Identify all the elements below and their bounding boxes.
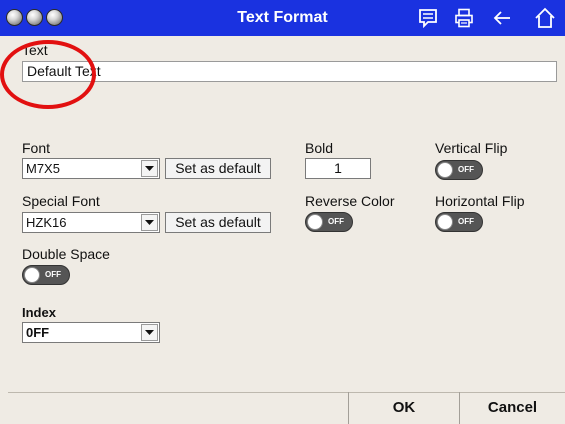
window-controls bbox=[6, 9, 63, 26]
font-select-value: M7X5 bbox=[26, 161, 60, 176]
toggle-state: OFF bbox=[458, 217, 474, 226]
vertical-flip-label: Vertical Flip bbox=[435, 140, 508, 156]
toggle-state: OFF bbox=[328, 217, 344, 226]
cancel-button[interactable]: Cancel bbox=[459, 392, 565, 424]
vertical-flip-toggle[interactable]: OFF bbox=[435, 160, 483, 180]
toggle-knob bbox=[24, 267, 40, 283]
font-select[interactable]: M7X5 bbox=[22, 158, 160, 179]
index-label: Index bbox=[22, 305, 56, 320]
reverse-color-label: Reverse Color bbox=[305, 193, 395, 209]
reverse-color-toggle[interactable]: OFF bbox=[305, 212, 353, 232]
printer-icon[interactable] bbox=[452, 6, 476, 30]
chevron-down-icon[interactable] bbox=[141, 160, 158, 177]
toggle-knob bbox=[437, 214, 453, 230]
window-control-3[interactable] bbox=[46, 9, 63, 26]
double-space-label: Double Space bbox=[22, 246, 110, 262]
home-icon[interactable] bbox=[533, 6, 557, 30]
toggle-state: OFF bbox=[458, 165, 474, 174]
font-set-default-button[interactable]: Set as default bbox=[165, 158, 271, 179]
title-bar: Text Format bbox=[0, 0, 565, 36]
double-space-toggle[interactable]: OFF bbox=[22, 265, 70, 285]
index-select[interactable]: 0FF bbox=[22, 322, 160, 343]
horizontal-flip-toggle[interactable]: OFF bbox=[435, 212, 483, 232]
window-control-1[interactable] bbox=[6, 9, 23, 26]
index-select-value: 0FF bbox=[26, 325, 50, 340]
back-arrow-icon[interactable] bbox=[490, 6, 514, 30]
window-title: Text Format bbox=[237, 9, 328, 26]
special-font-set-default-button[interactable]: Set as default bbox=[165, 212, 271, 233]
text-label: Text bbox=[22, 42, 48, 58]
special-font-select-value: HZK16 bbox=[26, 215, 67, 230]
special-font-label: Special Font bbox=[22, 193, 100, 209]
text-input[interactable]: Default Text bbox=[22, 61, 557, 82]
special-font-select[interactable]: HZK16 bbox=[22, 212, 160, 233]
toggle-state: OFF bbox=[45, 270, 61, 279]
horizontal-flip-label: Horizontal Flip bbox=[435, 193, 525, 209]
comment-icon[interactable] bbox=[416, 6, 440, 30]
window-control-2[interactable] bbox=[26, 9, 43, 26]
chevron-down-icon[interactable] bbox=[141, 324, 158, 341]
bold-input[interactable]: 1 bbox=[305, 158, 371, 179]
toggle-knob bbox=[437, 162, 453, 178]
toggle-knob bbox=[307, 214, 323, 230]
chevron-down-icon[interactable] bbox=[141, 214, 158, 231]
font-label: Font bbox=[22, 140, 51, 156]
ok-button[interactable]: OK bbox=[348, 392, 459, 424]
bold-label: Bold bbox=[305, 140, 334, 156]
